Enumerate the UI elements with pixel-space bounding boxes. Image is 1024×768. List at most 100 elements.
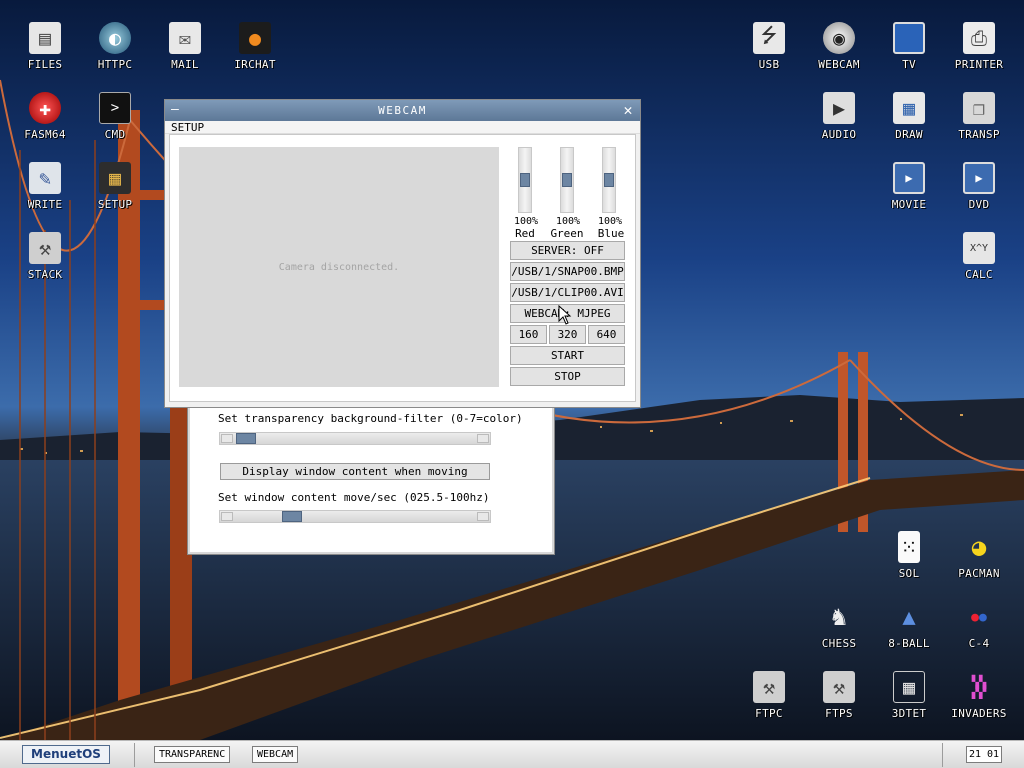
card-icon: ⁙ — [898, 531, 920, 563]
desktop-icon-tv[interactable]: TV — [877, 22, 941, 71]
taskbar: MenuetOS TRANSPARENC WEBCAM 21 01 — [0, 740, 1024, 768]
filter-label: Set transparency background-filter (0-7=… — [218, 412, 523, 425]
desktop-icon-httpc[interactable]: ◐ HTTPC — [83, 22, 147, 71]
slider-knob[interactable] — [236, 433, 256, 444]
tools-icon: ⚒ — [753, 671, 785, 703]
slider-left-arrow[interactable] — [221, 434, 233, 443]
minimize-icon[interactable]: – — [171, 100, 180, 120]
desktop-icon-usb[interactable]: ⭍ USB — [737, 22, 801, 71]
start-button[interactable]: START — [510, 346, 625, 365]
desktop-icon-audio[interactable]: ▶ AUDIO — [807, 92, 871, 141]
desktop-icon-c4[interactable]: ● ● C-4 — [947, 601, 1011, 651]
billiard-icon: ▲ — [902, 604, 916, 630]
blue-slider[interactable] — [602, 147, 616, 213]
chat-icon: ● — [239, 22, 271, 54]
camera-status: Camera disconnected. — [278, 261, 400, 273]
connect4-icon: ● ● — [971, 609, 987, 625]
green-percent: 100% — [555, 216, 581, 227]
desktop-icon-transp[interactable]: ❐ TRANSP — [947, 92, 1011, 141]
terminal-icon: > — [99, 92, 131, 124]
slider-knob[interactable] — [604, 173, 614, 187]
desktop-icon-8ball[interactable]: ▲ 8-BALL — [877, 601, 941, 651]
printer-icon: ⎙ — [963, 22, 995, 54]
tools-icon: ⚒ — [823, 671, 855, 703]
desktop-icon-invaders[interactable]: ▚▚ ▞▞ INVADERS — [947, 671, 1011, 720]
play-icon: ▶ — [823, 92, 855, 124]
clock: 21 01 — [966, 746, 1002, 763]
globe-icon: ◐ — [99, 22, 131, 54]
move-rate-label: Set window content move/sec (025.5-100hz… — [218, 491, 490, 504]
desktop-icon-ftps[interactable]: ⚒ FTPS — [807, 671, 871, 720]
desktop-icon-fasm64[interactable]: ✚ FASM64 — [13, 92, 77, 141]
red-slider[interactable] — [518, 147, 532, 213]
transparency-window: Set transparency background-filter (0-7=… — [188, 398, 554, 554]
desktop-icon-irchat[interactable]: ● IRCHAT — [223, 22, 287, 71]
draw-icon: ▦ — [893, 92, 925, 124]
menu-setup[interactable]: SETUP — [165, 121, 640, 134]
invaders-icon: ▚▚ ▞▞ — [971, 675, 987, 699]
desktop-icon-chess[interactable]: ♞ CHESS — [807, 601, 871, 650]
desktop-icon-write[interactable]: ✎ WRITE — [13, 162, 77, 211]
chess-knight-icon: ♞ — [831, 602, 847, 632]
blue-percent: 100% — [597, 216, 623, 227]
green-slider[interactable] — [560, 147, 574, 213]
slider-right-arrow[interactable] — [477, 512, 489, 521]
start-menu-button[interactable]: MenuetOS — [22, 745, 110, 764]
tools-icon: ⚒ — [29, 232, 61, 264]
desktop-icon-calc[interactable]: X^Y CALC — [947, 232, 1011, 281]
desktop-icon-cmd[interactable]: > CMD — [83, 92, 147, 141]
desktop-icon-movie[interactable]: ▶ MOVIE — [877, 162, 941, 211]
dvd-icon: ▶ — [963, 162, 995, 194]
desktop-icon-sol[interactable]: ⁙ SOL — [877, 531, 941, 580]
fasm-icon: ✚ — [29, 92, 61, 124]
desktop-icon-dvd[interactable]: ▶ DVD — [947, 162, 1011, 211]
slider-left-arrow[interactable] — [221, 512, 233, 521]
webcam-panel: Camera disconnected. 100% 100% 100% Red … — [169, 134, 636, 402]
snapshot-path-button[interactable]: /USB/1/SNAP00.BMP — [510, 262, 625, 281]
desktop-icon-3dtet[interactable]: ▦ 3DTET — [877, 671, 941, 720]
resolution-160-button[interactable]: 160 — [510, 325, 547, 344]
chip-icon: ▦ — [99, 162, 131, 194]
slider-knob[interactable] — [562, 173, 572, 187]
desktop-icon-pacman[interactable]: ◕ PACMAN — [947, 531, 1011, 580]
desktop-icon-ftpc[interactable]: ⚒ FTPC — [737, 671, 801, 720]
display-content-button[interactable]: Display window content when moving — [220, 463, 490, 480]
task-webcam[interactable]: WEBCAM — [252, 746, 299, 763]
filter-slider[interactable] — [219, 432, 491, 445]
webcam-icon: ◉ — [823, 22, 855, 54]
files-icon: ▤ — [29, 22, 61, 54]
server-button[interactable]: SERVER: OFF — [510, 241, 625, 260]
movie-icon: ▶ — [893, 162, 925, 194]
mail-icon: ✉ — [169, 22, 201, 54]
transparency-icon: ❐ — [963, 92, 995, 124]
blue-label: Blue — [597, 227, 625, 240]
close-icon[interactable]: ✕ — [623, 100, 634, 120]
slider-right-arrow[interactable] — [477, 434, 489, 443]
resolution-640-button[interactable]: 640 — [588, 325, 625, 344]
webcam-window: – WEBCAM ✕ SETUP Camera disconnected. 10… — [164, 99, 641, 408]
desktop-icon-draw[interactable]: ▦ DRAW — [877, 92, 941, 141]
grid-icon: ▦ — [893, 671, 925, 703]
slider-knob[interactable] — [282, 511, 302, 522]
desktop-icon-stack[interactable]: ⚒ STACK — [13, 232, 77, 281]
red-percent: 100% — [513, 216, 539, 227]
desktop-icon-printer[interactable]: ⎙ PRINTER — [947, 22, 1011, 71]
move-rate-slider[interactable] — [219, 510, 491, 523]
desktop-icon-setup[interactable]: ▦ SETUP — [83, 162, 147, 211]
resolution-320-button[interactable]: 320 — [549, 325, 586, 344]
calc-icon: X^Y — [963, 232, 995, 264]
desktop-icon-mail[interactable]: ✉ MAIL — [153, 22, 217, 71]
clip-path-button[interactable]: /USB/1/CLIP00.AVI — [510, 283, 625, 302]
window-titlebar[interactable]: – WEBCAM ✕ — [165, 100, 640, 121]
task-transparenc[interactable]: TRANSPARENC — [154, 746, 231, 763]
mouse-cursor-icon — [558, 305, 572, 325]
taskbar-divider — [942, 743, 943, 767]
window-title: WEBCAM — [378, 104, 427, 117]
desktop-icon-webcam[interactable]: ◉ WEBCAM — [807, 22, 871, 71]
slider-knob[interactable] — [520, 173, 530, 187]
desktop-icon-files[interactable]: ▤ FILES — [13, 22, 77, 71]
camera-preview: Camera disconnected. — [179, 147, 499, 387]
write-icon: ✎ — [29, 162, 61, 194]
stop-button[interactable]: STOP — [510, 367, 625, 386]
red-label: Red — [515, 227, 535, 240]
